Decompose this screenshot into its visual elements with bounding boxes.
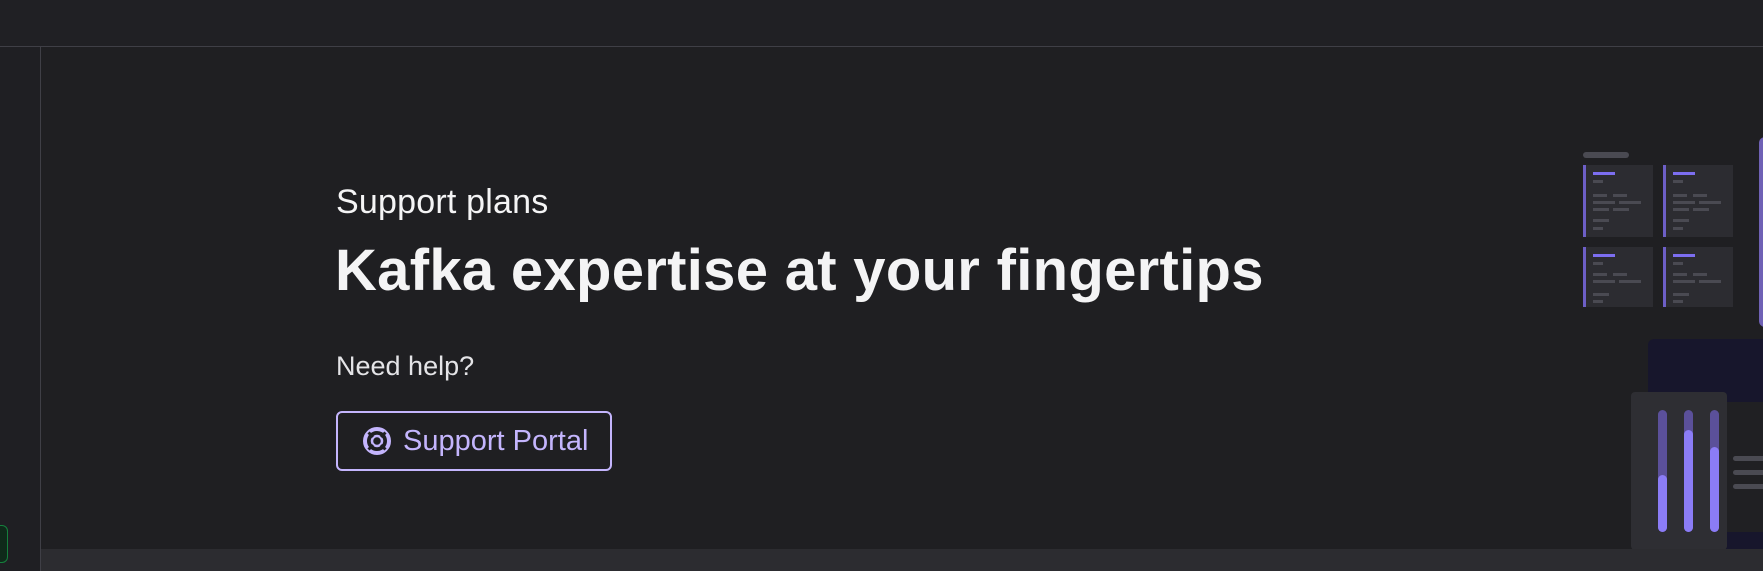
page-subtitle: Support plans — [336, 183, 549, 221]
need-help-text: Need help? — [336, 351, 475, 381]
illustration-card — [1663, 165, 1733, 237]
support-plans-banner: Support plans Kafka expertise at your fi… — [41, 47, 1763, 549]
support-portal-button[interactable]: Support Portal — [336, 411, 612, 471]
sidebar — [0, 47, 41, 571]
lifebuoy-icon — [362, 426, 392, 456]
illustration-bar-card — [1631, 392, 1727, 549]
support-portal-label: Support Portal — [403, 424, 589, 457]
bottom-strip — [41, 549, 1763, 571]
illustration-side-panel — [1759, 137, 1763, 327]
top-bar — [0, 0, 1763, 47]
illustration-card — [1663, 247, 1733, 307]
illustration-card — [1583, 247, 1653, 307]
sidebar-status-indicator[interactable] — [0, 525, 8, 563]
page-title: Kafka expertise at your fingertips — [335, 238, 1264, 303]
illustration-card — [1583, 165, 1653, 237]
dashboard-illustration — [1583, 137, 1763, 549]
illustration-header-bar — [1583, 152, 1629, 158]
